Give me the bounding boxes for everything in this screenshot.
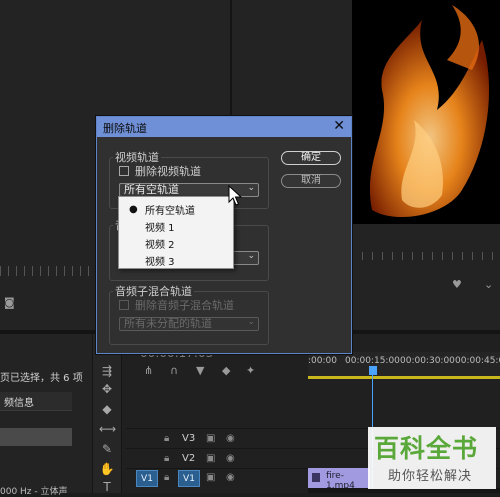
- hand-icon[interactable]: ✋: [99, 462, 115, 476]
- ruler-tick-label: 00:00:15:00: [345, 356, 400, 366]
- project-audio-info: 000 Hz - 立体声: [0, 487, 68, 497]
- eye-icon[interactable]: ◉: [226, 472, 235, 483]
- delete-submix-tracks-checkbox[interactable]: [119, 300, 129, 310]
- sync-lock-icon[interactable]: ▣: [206, 472, 215, 483]
- playhead-handle[interactable]: [369, 366, 377, 375]
- work-area-bar[interactable]: [308, 376, 500, 379]
- eye-icon[interactable]: ◉: [226, 433, 235, 444]
- track-target-v1[interactable]: V1: [178, 470, 200, 487]
- sync-lock-icon[interactable]: ▣: [206, 453, 215, 464]
- eye-icon[interactable]: ◉: [226, 453, 235, 464]
- project-column-header[interactable]: 频信息: [0, 392, 72, 411]
- lock-icon[interactable]: 🔒︎: [164, 472, 169, 483]
- ripple-edit-icon[interactable]: ✥: [99, 382, 115, 396]
- chevron-down-icon: ⌄: [247, 251, 255, 261]
- ruler-tick-label: :00:00: [308, 356, 337, 366]
- project-selection-status: 页已选择，共 6 项: [0, 373, 83, 384]
- add-marker-icon[interactable]: ▼: [196, 364, 204, 377]
- chevron-down-icon: ⌄: [247, 317, 255, 327]
- tools-panel: ⇶ ✥ ◆ ⟷ ✎ ✋ T: [92, 334, 122, 494]
- razor-icon[interactable]: ◆: [99, 402, 115, 416]
- dialog-title: 删除轨道: [103, 122, 147, 135]
- watermark-sub-text: 助你轻松解决: [388, 469, 473, 484]
- fire-image: [352, 0, 500, 224]
- type-icon[interactable]: T: [99, 480, 115, 494]
- ruler-tick-label: 00:00:30:00: [400, 356, 455, 366]
- lock-icon[interactable]: 🔒︎: [164, 433, 169, 444]
- video-tracks-dropdown-list: ● 所有空轨道 视频 1 视频 2 视频 3: [118, 196, 234, 269]
- submix-tracks-select[interactable]: 所有未分配的轨道 ⌄: [119, 317, 259, 331]
- marker-icon[interactable]: ◆: [222, 364, 230, 377]
- track-header-v1[interactable]: V1 🔒︎ V1 ▣ ◉: [126, 469, 308, 489]
- selected-bullet-icon: ●: [129, 204, 138, 215]
- cancel-button[interactable]: 取消: [281, 174, 341, 188]
- program-video-frame: [352, 0, 500, 224]
- submix-tracks-select-value: 所有未分配的轨道: [124, 317, 212, 330]
- dropdown-option[interactable]: 视频 3: [145, 253, 175, 268]
- source-patch-v1[interactable]: V1: [136, 470, 158, 487]
- delete-video-tracks-label: 删除视频轨道: [135, 165, 201, 178]
- dropdown-option[interactable]: 视频 2: [145, 236, 175, 251]
- chevron-down-icon[interactable]: ⌄: [484, 278, 493, 291]
- watermark-main-text: 百科全书: [374, 434, 479, 463]
- project-panel: [0, 334, 92, 493]
- track-header-v2[interactable]: 🔒︎ V2 ▣ ◉: [126, 450, 308, 470]
- linked-selection-icon[interactable]: ∩: [170, 364, 178, 377]
- video-tracks-select-value: 所有空轨道: [124, 183, 179, 196]
- track-label: V2: [182, 453, 196, 464]
- timeline-clip[interactable]: fire-1.mp4: [308, 468, 370, 491]
- ok-button[interactable]: 确定: [281, 151, 341, 165]
- ruler-tick-label: 00:00:45:00: [455, 356, 500, 366]
- sync-lock-icon[interactable]: ▣: [206, 433, 215, 444]
- project-selected-row[interactable]: [0, 428, 72, 446]
- mouse-cursor-icon: [228, 184, 243, 210]
- dropdown-option[interactable]: 所有空轨道: [145, 202, 195, 217]
- slip-icon[interactable]: ⟷: [99, 422, 116, 436]
- pen-icon[interactable]: ✎: [99, 442, 115, 456]
- track-select-icon[interactable]: ⇶: [99, 364, 115, 378]
- delete-submix-tracks-label: 删除音频子混合轨道: [135, 299, 234, 312]
- dropdown-option[interactable]: 视频 1: [145, 219, 175, 234]
- camera-icon[interactable]: ◙: [4, 296, 15, 309]
- track-header-v3[interactable]: 🔒︎ V3 ▣ ◉: [126, 430, 308, 450]
- lock-icon[interactable]: 🔒︎: [164, 453, 169, 464]
- snap-icon[interactable]: ⋔: [144, 364, 153, 377]
- close-icon[interactable]: ✕: [333, 118, 345, 134]
- track-label: V3: [182, 433, 196, 444]
- watermark-logo: 百科全书 助你轻松解决: [368, 427, 496, 489]
- heart-icon[interactable]: ♥: [452, 278, 462, 291]
- clip-fx-icon: [312, 473, 320, 482]
- dialog-title-bar[interactable]: 删除轨道 ✕: [97, 117, 351, 137]
- chevron-down-icon: ⌄: [247, 183, 255, 193]
- column-header-label: 频信息: [4, 398, 34, 409]
- delete-video-tracks-checkbox[interactable]: [119, 166, 129, 176]
- wrench-icon[interactable]: ✦: [246, 364, 255, 377]
